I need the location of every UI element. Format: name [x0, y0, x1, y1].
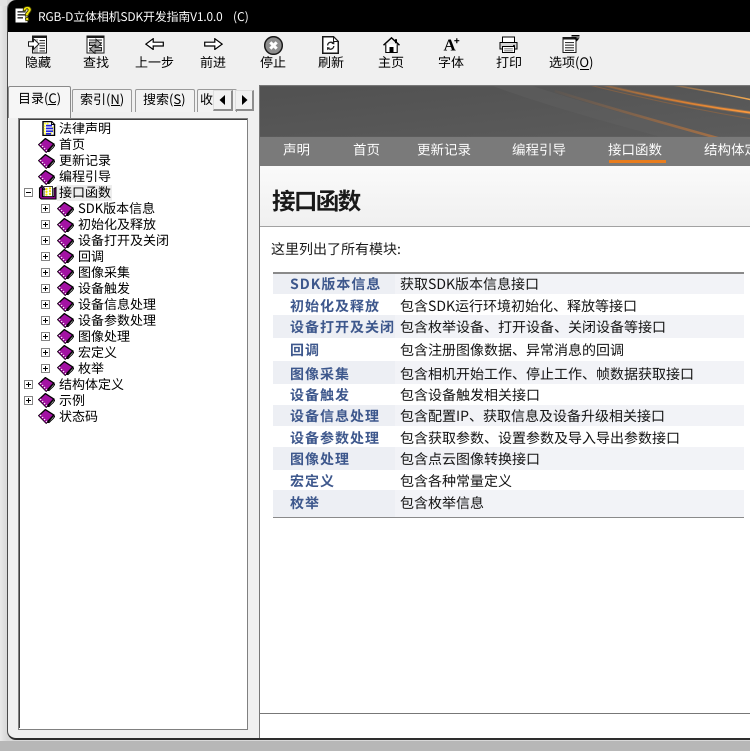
svg-text:A: A	[443, 36, 456, 54]
